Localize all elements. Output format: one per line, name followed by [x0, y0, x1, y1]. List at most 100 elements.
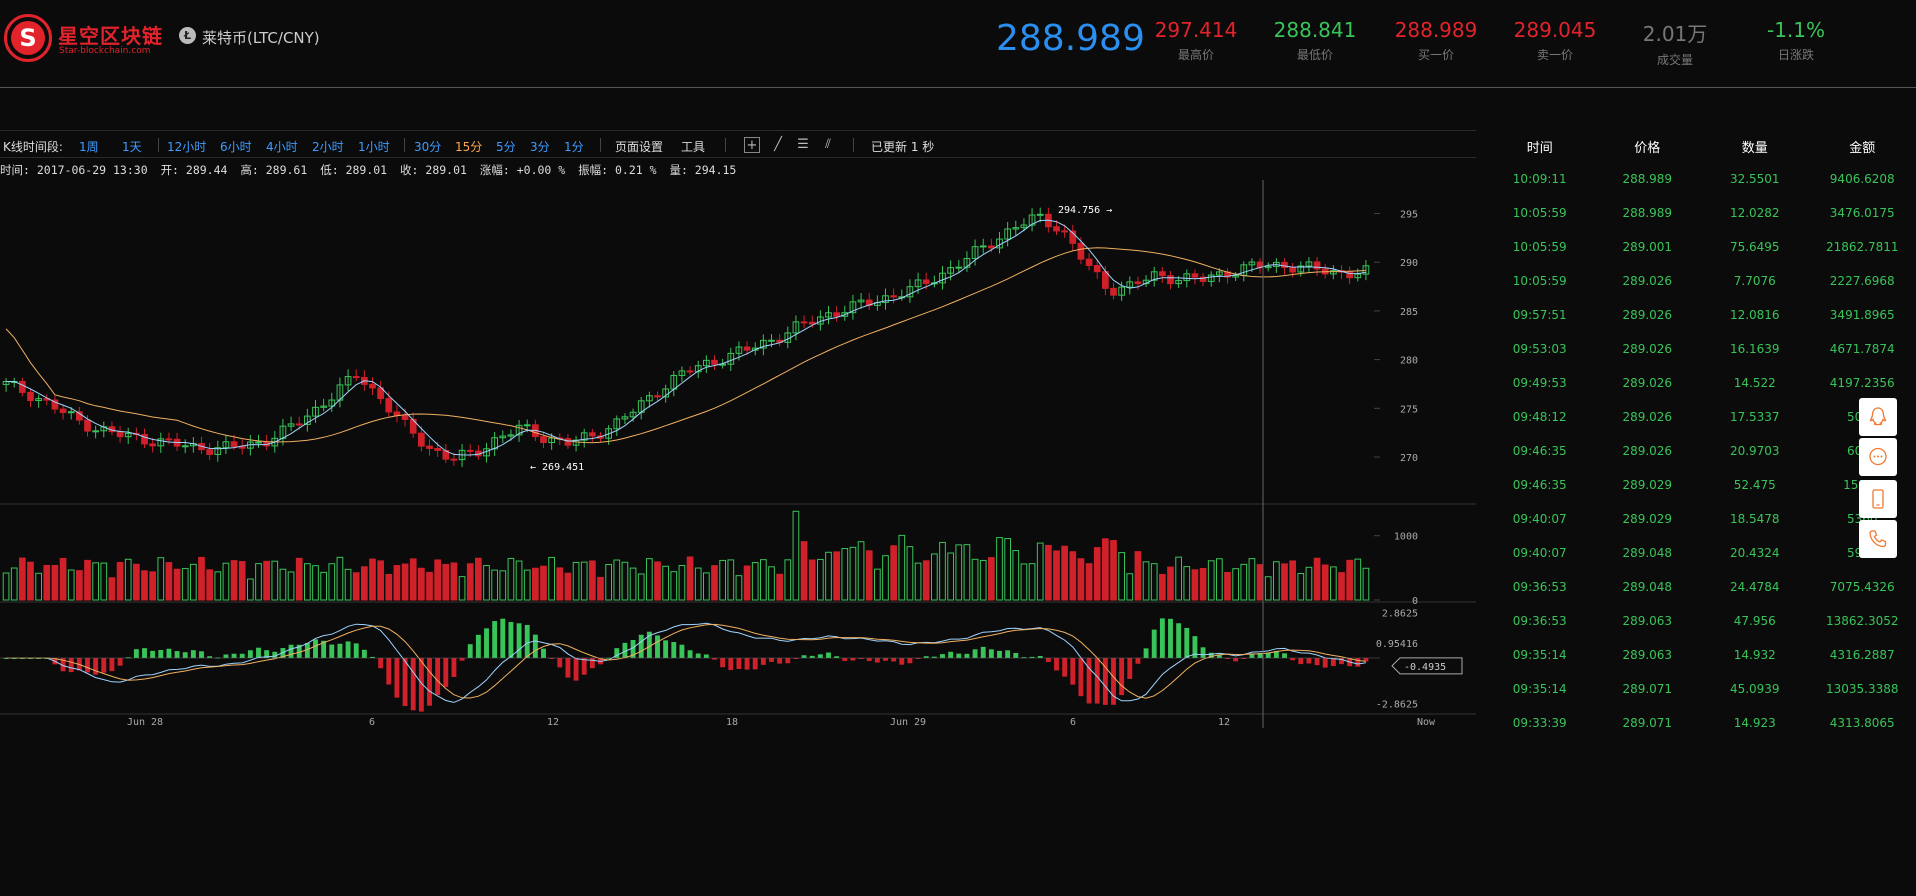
trade-row: 09:33:39 289.071 14.923 4313.8065: [1486, 706, 1916, 740]
coin-pair-selector[interactable]: 莱特币(LTC/CNY): [202, 27, 320, 48]
volume-tick-label: 0: [1412, 596, 1418, 607]
volume-bar-down: [369, 558, 376, 601]
info-low: 低: 289.01: [320, 163, 388, 177]
trade-row: 09:36:53 289.063 47.956 13862.3052: [1486, 604, 1916, 638]
phone-icon[interactable]: [1859, 520, 1897, 558]
price-tick-label: 295: [1400, 209, 1418, 220]
volume-bar-up: [483, 565, 490, 601]
volume-bar-down: [1085, 563, 1093, 601]
trade-row: 09:46:35289.02620.97036060: [1486, 434, 1916, 468]
volume-bar-up: [491, 569, 498, 601]
candle-down: [466, 449, 474, 452]
trade-row: 09:35:14 289.063 14.932 4316.2887: [1486, 638, 1916, 672]
macd-bar-up: [956, 653, 962, 658]
tf-15m[interactable]: 15分: [455, 138, 482, 155]
mobile-icon[interactable]: [1859, 480, 1897, 518]
trade-cell: 7.7076: [1733, 274, 1776, 288]
horizontal-lines-icon[interactable]: ☰: [795, 137, 811, 153]
trade-cell: 289.029: [1622, 478, 1673, 492]
tf-3m[interactable]: 3分: [530, 138, 550, 155]
volume-bar-up: [670, 571, 678, 601]
trade-cell: 289.071: [1622, 716, 1673, 730]
stat-label: 最低价: [1296, 48, 1333, 62]
macd-bar-down: [394, 658, 400, 698]
volume-bar-up: [646, 558, 653, 601]
volume-bar-up: [751, 562, 759, 601]
trade-cell: 12.0816: [1729, 308, 1780, 322]
macd-bar-up: [1282, 653, 1287, 658]
macd-bar-up: [638, 634, 644, 658]
candle-up: [1036, 213, 1044, 216]
trades-header: 时间 价格 数量 金额: [1486, 130, 1916, 162]
volume-bar-up: [1273, 561, 1280, 601]
tf-1w[interactable]: 1周: [79, 138, 99, 155]
candle-down: [434, 447, 441, 451]
candle-info-line: 时间: 2017-06-29 13:30 开: 289.44 高: 289.61…: [0, 162, 742, 178]
trade-cell: 10:05:59: [1512, 240, 1567, 254]
logo[interactable]: S: [4, 14, 52, 62]
volume-bar-down: [434, 559, 441, 601]
macd-bar-down: [557, 658, 563, 668]
candle-down: [1053, 226, 1060, 232]
kline-chart[interactable]: 295 290 285 280 275 270 294.756 → ← 269.451 1000…: [0, 180, 1476, 728]
qq-icon[interactable]: [1859, 398, 1897, 436]
macd-bar-up: [964, 653, 970, 658]
volume-bar-up: [817, 558, 824, 601]
page-settings-button[interactable]: 页面设置: [615, 138, 663, 155]
tf-6h[interactable]: 6小时: [220, 138, 252, 155]
macd-bar-down: [1306, 658, 1312, 664]
tf-2h[interactable]: 2小时: [312, 138, 344, 155]
trade-cell: 289.026: [1622, 444, 1673, 458]
volume-bar-up: [979, 559, 987, 601]
volume-bar-down: [385, 573, 393, 601]
tf-5m[interactable]: 5分: [496, 138, 516, 155]
macd-bar-up: [1037, 655, 1043, 658]
macd-bar-up: [492, 621, 498, 658]
macd-bar-down: [842, 658, 848, 661]
tf-1h[interactable]: 1小时: [358, 138, 390, 155]
volume-bar-up: [621, 561, 629, 601]
volume-bar-down: [165, 562, 173, 601]
macd-bar-up: [484, 628, 489, 658]
macd-bar-up: [817, 654, 823, 658]
volume-bar-up: [1297, 572, 1305, 601]
chat-icon[interactable]: [1859, 438, 1897, 476]
tools-button[interactable]: 工具: [681, 138, 705, 155]
volume-bar-down: [466, 563, 474, 601]
line-draw-icon[interactable]: ╱: [770, 137, 786, 153]
macd-bar-down: [883, 658, 888, 661]
volume-bar-up: [181, 568, 189, 601]
volume-bar-down: [988, 557, 995, 601]
volume-group: [2, 510, 1370, 601]
crosshair-icon[interactable]: +: [744, 137, 760, 153]
trade-cell: 4316.2887: [1829, 648, 1895, 662]
candle-down: [59, 408, 67, 414]
volume-bar-up: [971, 558, 979, 601]
macd-bar-up: [988, 649, 994, 658]
fan-tool-icon[interactable]: ⫽: [820, 137, 836, 153]
volume-bar-down: [589, 560, 596, 601]
macd-bar-down: [899, 658, 905, 665]
tf-12h[interactable]: 12小时: [167, 138, 206, 155]
volume-bar-up: [499, 570, 507, 601]
volume-bar-up: [1126, 573, 1134, 601]
tf-30m[interactable]: 30分: [414, 138, 441, 155]
trade-cell: 09:46:35: [1512, 444, 1567, 458]
volume-bar-down: [1224, 571, 1231, 601]
stat-value: 297.414: [1154, 18, 1238, 42]
macd-bar-down: [443, 658, 449, 687]
tf-1m[interactable]: 1分: [564, 138, 584, 155]
macd-bar-down: [1078, 658, 1084, 697]
macd-tick-label: 0.95416: [1376, 639, 1418, 650]
macd-bar-down: [1135, 658, 1141, 664]
volume-bar-down: [1053, 550, 1060, 601]
macd-bar-up: [997, 650, 1002, 658]
tf-1d[interactable]: 1天: [122, 138, 142, 155]
volume-bar-down: [108, 577, 116, 601]
macd-bar-up: [231, 653, 237, 658]
price-tick-label: 290: [1400, 258, 1418, 269]
candle-down: [540, 436, 547, 444]
tf-4h[interactable]: 4小时: [266, 138, 298, 155]
macd-bar-up: [174, 651, 180, 658]
trade-cell: 289.026: [1622, 308, 1673, 322]
